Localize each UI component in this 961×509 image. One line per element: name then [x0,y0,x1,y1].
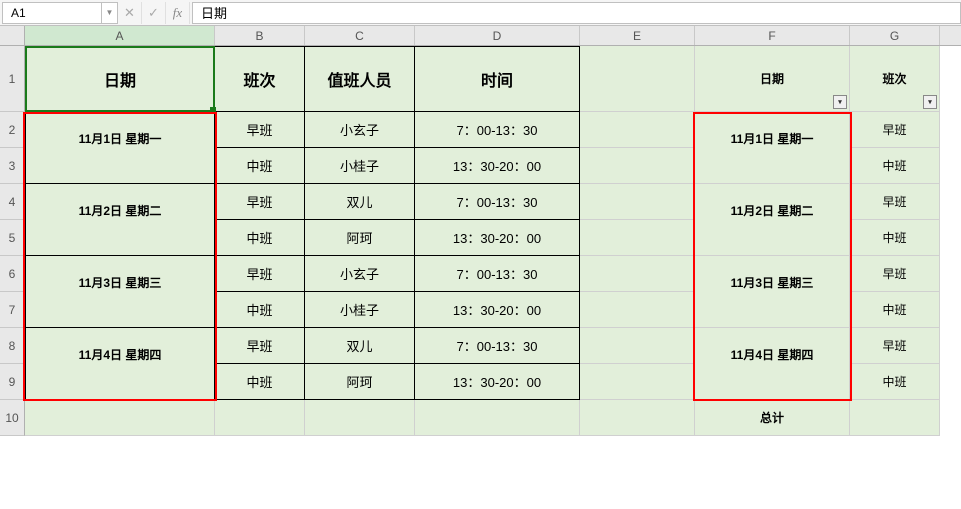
select-all-corner[interactable] [0,26,25,45]
column-headers-row: A B C D E F G [0,26,961,46]
cell-b10[interactable] [215,400,305,436]
cell-g7[interactable]: 中班 [850,292,940,328]
cell-d8[interactable]: 7：00-13：30 [415,328,580,364]
spreadsheet-grid: A B C D E F G 1 日期 班次 值班人员 时间 日期 ▾ 班次 ▾ … [0,26,961,436]
cell-e2[interactable] [580,112,695,148]
side-header-date: 日期 [760,70,784,87]
cell-c5[interactable]: 阿珂 [305,220,415,256]
cell-c8[interactable]: 双儿 [305,328,415,364]
row-header-4[interactable]: 4 [0,184,25,220]
cell-f10[interactable]: 总计 [695,400,850,436]
cell-e5[interactable] [580,220,695,256]
col-header-a[interactable]: A [25,26,215,45]
cell-b8[interactable]: 早班 [215,328,305,364]
cell-e1[interactable] [580,46,695,112]
filter-dropdown-icon[interactable]: ▾ [833,95,847,109]
cell-b1[interactable]: 班次 [215,46,305,112]
cell-a9[interactable]: 11月4日 星期四 [25,364,215,400]
cell-e6[interactable] [580,256,695,292]
cell-a10[interactable] [25,400,215,436]
cell-d10[interactable] [415,400,580,436]
cell-g9[interactable]: 中班 [850,364,940,400]
cell-g8[interactable]: 早班 [850,328,940,364]
cell-e8[interactable] [580,328,695,364]
cell-d1[interactable]: 时间 [415,46,580,112]
filter-dropdown-icon[interactable]: ▾ [923,95,937,109]
cell-a5[interactable]: 11月2日 星期二 [25,220,215,256]
name-box-dropdown[interactable]: ▼ [102,2,118,24]
cell-a1[interactable]: 日期 [25,46,215,112]
side-header-shift: 班次 [882,70,906,87]
cell-g4[interactable]: 早班 [850,184,940,220]
cell-c9[interactable]: 阿珂 [305,364,415,400]
cell-e7[interactable] [580,292,695,328]
row-header-6[interactable]: 6 [0,256,25,292]
cell-c3[interactable]: 小桂子 [305,148,415,184]
cell-d6[interactable]: 7：00-13：30 [415,256,580,292]
row-header-2[interactable]: 2 [0,112,25,148]
col-header-g[interactable]: G [850,26,940,45]
row-header-3[interactable]: 3 [0,148,25,184]
cell-g3[interactable]: 中班 [850,148,940,184]
cell-c1[interactable]: 值班人员 [305,46,415,112]
cell-e4[interactable] [580,184,695,220]
col-header-b[interactable]: B [215,26,305,45]
row-header-5[interactable]: 5 [0,220,25,256]
cell-a3[interactable]: 11月1日 星期一 [25,148,215,184]
cell-c2[interactable]: 小玄子 [305,112,415,148]
cell-d3[interactable]: 13：30-20：00 [415,148,580,184]
row-header-8[interactable]: 8 [0,328,25,364]
confirm-icon: ✓ [142,2,166,24]
cell-g6[interactable]: 早班 [850,256,940,292]
cell-f5[interactable]: 11月2日 星期二 [695,220,850,256]
cancel-icon: ✕ [118,2,142,24]
cell-d7[interactable]: 13：30-20：00 [415,292,580,328]
row-header-10[interactable]: 10 [0,400,25,436]
col-header-f[interactable]: F [695,26,850,45]
cell-b4[interactable]: 早班 [215,184,305,220]
cell-b3[interactable]: 中班 [215,148,305,184]
cell-b5[interactable]: 中班 [215,220,305,256]
cell-d2[interactable]: 7：00-13：30 [415,112,580,148]
col-header-c[interactable]: C [305,26,415,45]
cell-e3[interactable] [580,148,695,184]
formula-input[interactable]: 日期 [192,2,961,24]
cell-a7[interactable]: 11月3日 星期三 [25,292,215,328]
cell-d4[interactable]: 7：00-13：30 [415,184,580,220]
cell-d9[interactable]: 13：30-20：00 [415,364,580,400]
cell-g5[interactable]: 中班 [850,220,940,256]
row-header-1[interactable]: 1 [0,46,25,112]
cell-e10[interactable] [580,400,695,436]
row-header-7[interactable]: 7 [0,292,25,328]
cell-e9[interactable] [580,364,695,400]
cell-g1[interactable]: 班次 ▾ [850,46,940,112]
cell-f3[interactable]: 11月1日 星期一 [695,148,850,184]
col-header-e[interactable]: E [580,26,695,45]
cell-c7[interactable]: 小桂子 [305,292,415,328]
cell-f7[interactable]: 11月3日 星期三 [695,292,850,328]
formula-bar: A1 ▼ ✕ ✓ fx 日期 [0,0,961,26]
fx-icon[interactable]: fx [166,2,190,24]
cell-d5[interactable]: 13：30-20：00 [415,220,580,256]
cell-g2[interactable]: 早班 [850,112,940,148]
cell-g10[interactable] [850,400,940,436]
cell-f1[interactable]: 日期 ▾ [695,46,850,112]
cell-c4[interactable]: 双儿 [305,184,415,220]
cell-c6[interactable]: 小玄子 [305,256,415,292]
cell-b9[interactable]: 中班 [215,364,305,400]
cell-b7[interactable]: 中班 [215,292,305,328]
name-box[interactable]: A1 [2,2,102,24]
row-header-9[interactable]: 9 [0,364,25,400]
cell-b6[interactable]: 早班 [215,256,305,292]
cell-c10[interactable] [305,400,415,436]
col-header-d[interactable]: D [415,26,580,45]
cell-f9[interactable]: 11月4日 星期四 [695,364,850,400]
cell-b2[interactable]: 早班 [215,112,305,148]
